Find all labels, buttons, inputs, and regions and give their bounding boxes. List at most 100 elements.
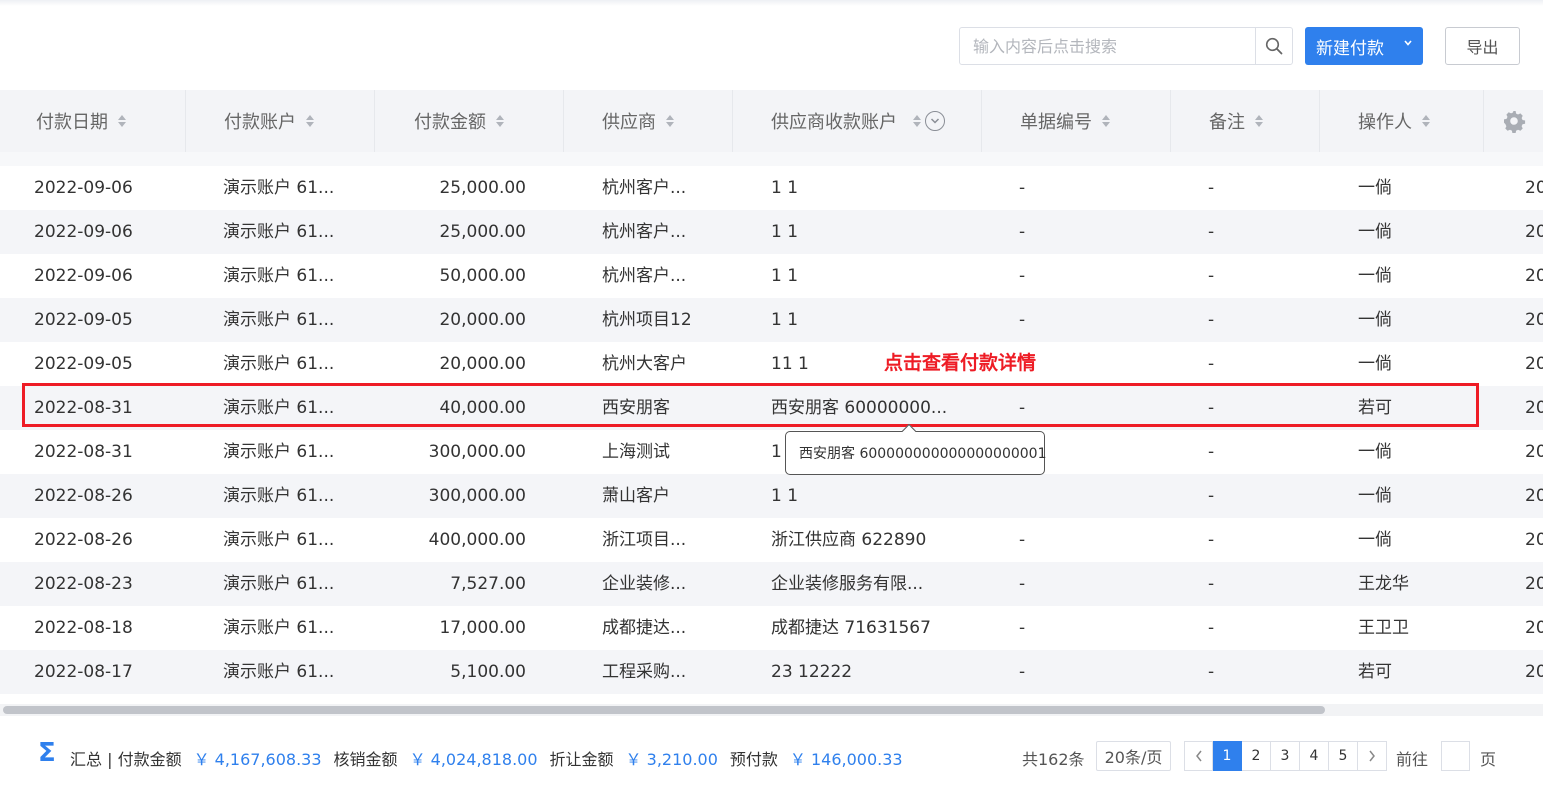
- cell-date: 2022-09-06: [34, 266, 133, 286]
- sort-icon[interactable]: [913, 115, 921, 127]
- table-row[interactable]: 2022-08-26 演示账户 61... 300,000.00 萧山客户 1 …: [0, 474, 1543, 518]
- chevron-down-icon[interactable]: [1403, 37, 1413, 51]
- cell-doc-no: -: [1019, 574, 1026, 594]
- table-row[interactable]: 2022-08-23 演示账户 61... 7,527.00 企业装修... 企…: [0, 562, 1543, 606]
- search-button[interactable]: [1255, 28, 1292, 64]
- page-button-5[interactable]: 5: [1329, 741, 1358, 771]
- cell-operator: 一倘: [1358, 486, 1392, 506]
- sort-icon[interactable]: [118, 115, 126, 127]
- cell-remark: -: [1208, 266, 1215, 286]
- column-label: 单据编号: [1020, 112, 1092, 133]
- new-payment-button[interactable]: 新建付款: [1305, 27, 1423, 65]
- sort-icon[interactable]: [1255, 115, 1263, 127]
- table-row[interactable]: 2022-09-05 演示账户 61... 20,000.00 杭州大客户 11…: [0, 342, 1543, 386]
- cell-doc-no: -: [1019, 662, 1026, 682]
- table-row[interactable]: 2022-08-18 演示账户 61... 17,000.00 成都捷达... …: [0, 606, 1543, 650]
- table-row[interactable]: 2022-09-06 演示账户 61... 25,000.00 杭州客户... …: [0, 166, 1543, 210]
- column-header-remark[interactable]: 备注: [1171, 90, 1320, 152]
- new-payment-label: 新建付款: [1316, 38, 1384, 59]
- cell-extra: 20: [1525, 442, 1543, 462]
- cell-supplier-account: 1 1: [771, 310, 799, 330]
- table-row[interactable]: 2022-08-26 演示账户 61... 400,000.00 浙江项目...…: [0, 518, 1543, 562]
- filter-circle-icon[interactable]: [925, 111, 945, 131]
- page-button-3[interactable]: 3: [1271, 741, 1300, 771]
- column-label: 供应商: [602, 112, 656, 133]
- summary-title: 汇总 | 付款金额: [70, 750, 182, 769]
- export-button[interactable]: 导出: [1445, 27, 1520, 65]
- cell-amount: 5,100.00: [450, 662, 526, 682]
- column-header-operator[interactable]: 操作人: [1320, 90, 1484, 152]
- cell-remark: -: [1208, 178, 1215, 198]
- table-body: 2022-09-06 演示账户 61... 25,000.00 杭州客户... …: [0, 166, 1543, 704]
- search-input[interactable]: [960, 28, 1256, 64]
- cell-extra: 20: [1525, 398, 1543, 418]
- cell-amount: 40,000.00: [439, 398, 526, 418]
- column-header-supplier[interactable]: 供应商: [564, 90, 733, 152]
- column-header-payment-amount[interactable]: 付款金额: [375, 90, 564, 152]
- table-row[interactable]: 2022-09-06 演示账户 61... 25,000.00 杭州客户... …: [0, 210, 1543, 254]
- cell-remark: -: [1208, 618, 1215, 638]
- cell-date: 2022-08-23: [34, 574, 133, 594]
- cell-amount: 50,000.00: [439, 266, 526, 286]
- next-page-button[interactable]: [1358, 741, 1387, 771]
- cell-extra: 20: [1525, 530, 1543, 550]
- table-row[interactable]: 2022-08-17 演示账户 61... 5,100.00 工程采购... 2…: [0, 650, 1543, 694]
- cell-supplier: 工程采购...: [602, 662, 687, 682]
- cell-remark: -: [1208, 310, 1215, 330]
- page-size-select[interactable]: 20条/页: [1096, 741, 1171, 771]
- column-header-payment-account[interactable]: 付款账户: [186, 90, 375, 152]
- pagination: 1 2 3 4 5: [1184, 741, 1387, 771]
- cell-operator: 王卫卫: [1358, 618, 1409, 638]
- cell-account: 演示账户 61...: [223, 574, 335, 594]
- column-label: 付款账户: [224, 112, 296, 133]
- cell-amount: 20,000.00: [439, 354, 526, 374]
- cell-supplier-account: 企业装修服务有限...: [771, 574, 924, 594]
- table-row[interactable]: 2022-09-06 演示账户 61... 50,000.00 杭州客户... …: [0, 254, 1543, 298]
- cell-amount: 17,000.00: [439, 618, 526, 638]
- sort-icon[interactable]: [496, 115, 504, 127]
- cell-remark: -: [1208, 486, 1215, 506]
- page-button-4[interactable]: 4: [1300, 741, 1329, 771]
- summary-prepaid-amount: ￥ 146,000.33: [789, 750, 903, 769]
- sort-icon[interactable]: [306, 115, 314, 127]
- scrollbar-thumb[interactable]: [3, 706, 1325, 714]
- cell-date: 2022-09-06: [34, 178, 133, 198]
- cell-account: 演示账户 61...: [223, 662, 335, 682]
- table-row[interactable]: 2022-08-31 演示账户 61... 40,000.00 西安朋客 西安朋…: [0, 386, 1543, 430]
- cell-account: 演示账户 61...: [223, 222, 335, 242]
- sort-icon[interactable]: [666, 115, 674, 127]
- page-button-2[interactable]: 2: [1242, 741, 1271, 771]
- column-header-document-number[interactable]: 单据编号: [982, 90, 1171, 152]
- sort-icon[interactable]: [1422, 115, 1430, 127]
- goto-page-input[interactable]: [1441, 741, 1470, 771]
- top-shadow: [0, 0, 1543, 6]
- cell-date: 2022-08-31: [34, 442, 133, 462]
- table-row[interactable]: 2022-08-31 演示账户 61... 300,000.00 上海测试 1 …: [0, 430, 1543, 474]
- cell-account: 演示账户 61...: [223, 442, 335, 462]
- cell-supplier: 浙江项目...: [602, 530, 687, 550]
- cell-supplier-account: 1 1: [771, 266, 799, 286]
- horizontal-scrollbar[interactable]: [0, 704, 1543, 716]
- sort-icon[interactable]: [1102, 115, 1110, 127]
- pagination-total: 共162条: [1022, 750, 1085, 769]
- column-header-supplier-account[interactable]: 供应商收款账户: [733, 90, 982, 152]
- search-icon: [1265, 37, 1283, 55]
- cell-operator: 一倘: [1358, 442, 1392, 462]
- column-label: 备注: [1209, 112, 1245, 133]
- column-header-payment-date[interactable]: 付款日期: [0, 90, 186, 152]
- cell-operator: 一倘: [1358, 354, 1392, 374]
- prev-page-button[interactable]: [1184, 741, 1213, 771]
- cell-supplier-account: 1 1: [771, 222, 799, 242]
- cell-account: 演示账户 61...: [223, 398, 335, 418]
- column-label: 操作人: [1358, 112, 1412, 133]
- cell-supplier: 成都捷达...: [602, 618, 687, 638]
- cell-date: 2022-08-26: [34, 530, 133, 550]
- column-settings-button[interactable]: [1484, 90, 1543, 152]
- page-button-1[interactable]: 1: [1213, 741, 1242, 771]
- cell-operator: 一倘: [1358, 530, 1392, 550]
- cell-doc-no: -: [1019, 310, 1026, 330]
- cell-amount: 300,000.00: [428, 486, 526, 506]
- tooltip-text: 西安朋客 600000000000000000001: [799, 446, 1047, 462]
- cell-account: 演示账户 61...: [223, 266, 335, 286]
- table-row[interactable]: 2022-09-05 演示账户 61... 20,000.00 杭州项目12 1…: [0, 298, 1543, 342]
